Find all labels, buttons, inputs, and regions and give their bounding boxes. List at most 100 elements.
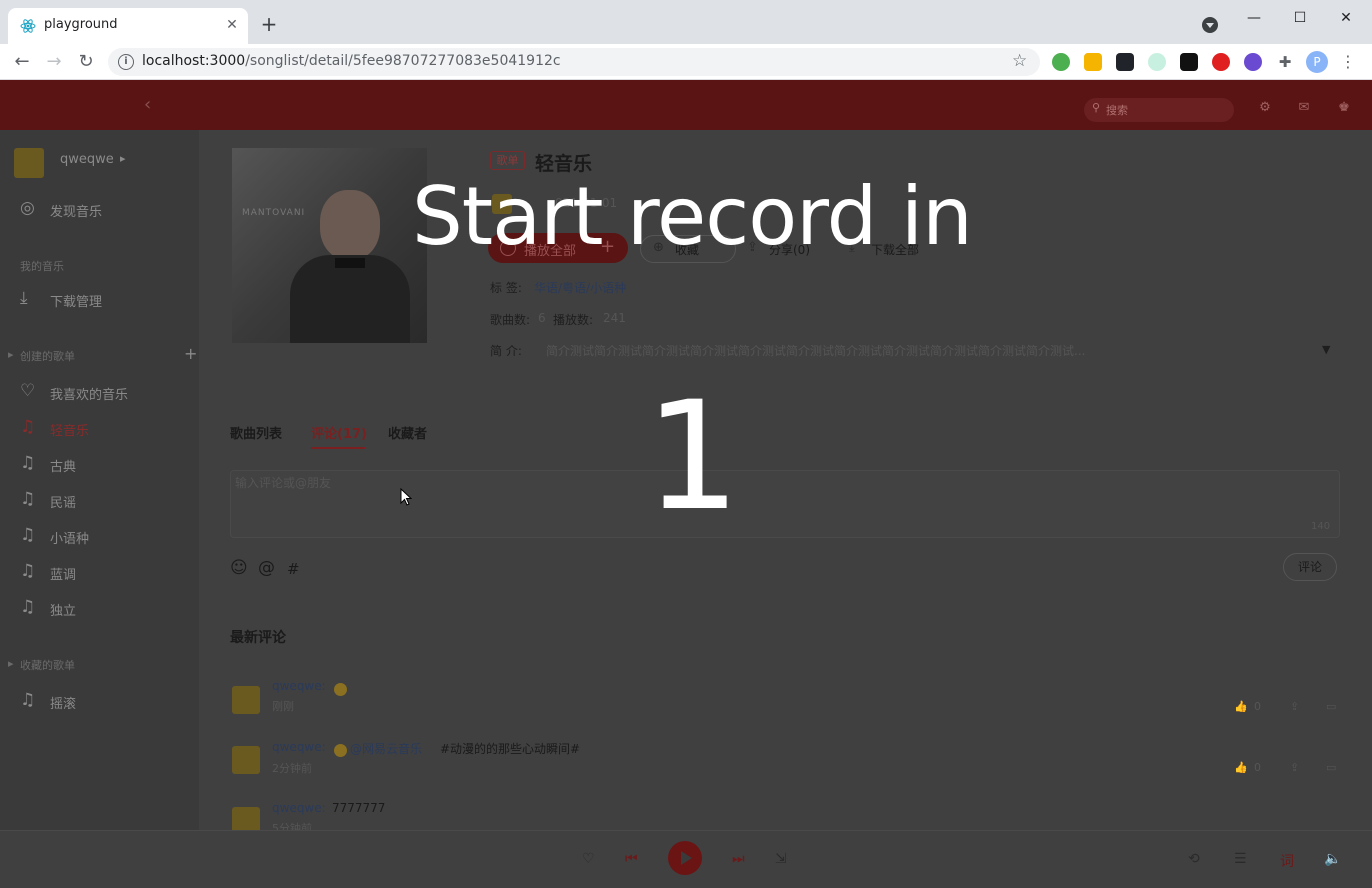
back-icon[interactable]: ←: [10, 50, 34, 74]
tab-search-icon[interactable]: [1202, 17, 1218, 33]
discover-icon: ◎: [20, 198, 35, 218]
tab-close-icon[interactable]: ✕: [222, 15, 242, 35]
extension-green-icon[interactable]: [1052, 53, 1070, 71]
extension-vue-icon[interactable]: [1148, 53, 1166, 71]
extension-dark-icon[interactable]: [1180, 53, 1198, 71]
comment-remaining: 140: [1311, 521, 1331, 532]
volume-icon[interactable]: 🔈: [1324, 851, 1341, 867]
collected-collapse-icon[interactable]: ▸: [8, 657, 14, 670]
minimize-icon[interactable]: —: [1244, 8, 1264, 28]
settings-icon[interactable]: ⚙: [1257, 100, 1273, 116]
search-placeholder: 搜索: [1106, 104, 1128, 117]
playcount-value: 241: [603, 311, 626, 325]
heart-icon: ♡: [20, 381, 36, 401]
comment-text: 7777777: [332, 801, 386, 815]
share-track-icon[interactable]: ⇲: [775, 851, 787, 867]
extensions-puzzle-icon[interactable]: ✚: [1276, 53, 1294, 71]
tab-song-list[interactable]: 歌曲列表: [230, 423, 282, 442]
new-tab-button[interactable]: +: [258, 14, 280, 36]
maximize-icon[interactable]: ☐: [1290, 8, 1310, 28]
sidebar-item-folk[interactable]: 民谣: [50, 492, 76, 511]
play-button[interactable]: [668, 841, 702, 875]
skin-icon[interactable]: ♚: [1336, 100, 1352, 116]
extension-red-icon[interactable]: [1212, 53, 1230, 71]
comment-time: 5分钟前: [272, 822, 312, 830]
chevron-left-icon[interactable]: ‹: [144, 94, 151, 115]
sidebar-item-discover[interactable]: 发现音乐: [50, 201, 102, 220]
like-heart-icon[interactable]: ♡: [582, 851, 595, 867]
share-icon[interactable]: ⇪: [1290, 700, 1299, 713]
browser-menu-icon[interactable]: ⋮: [1340, 51, 1356, 73]
sidebar-item-downloads[interactable]: 下载管理: [50, 291, 102, 310]
music-note-icon: ♫: [20, 489, 36, 509]
comment-user[interactable]: qweqwe:: [272, 679, 326, 693]
emoji-smile-icon: [334, 679, 347, 698]
comment-user[interactable]: qweqwe:: [272, 801, 326, 815]
mail-icon[interactable]: ✉: [1296, 100, 1312, 116]
reload-icon[interactable]: ↻: [74, 50, 98, 74]
lyrics-toggle[interactable]: 词: [1280, 851, 1294, 871]
songcount-value: 6: [538, 311, 546, 325]
search-input[interactable]: ⚲ 搜索: [1084, 98, 1234, 122]
info-icon[interactable]: i: [118, 54, 134, 70]
sidebar-item-minor-language[interactable]: 小语种: [50, 528, 89, 547]
mention-icon[interactable]: @: [258, 558, 275, 578]
search-icon: ⚲: [1092, 101, 1101, 114]
extension-shield-icon[interactable]: [1084, 53, 1102, 71]
profile-avatar[interactable]: P: [1306, 51, 1328, 73]
expand-chevron-icon[interactable]: ▼: [1322, 343, 1330, 356]
previous-track-icon[interactable]: ⏮: [625, 851, 638, 867]
player-bar: ♡ ⏮ ⏭ ⇲ ⟲ ☰ 词 🔈: [0, 830, 1372, 888]
next-track-icon[interactable]: ⏭: [732, 851, 745, 867]
cover-figure: [290, 255, 410, 343]
playcount-label: 播放数:: [553, 313, 594, 327]
music-note-icon: ♫: [20, 525, 36, 545]
user-avatar[interactable]: [14, 148, 44, 178]
sidebar-item-light-music[interactable]: 轻音乐: [50, 420, 89, 439]
reply-icon[interactable]: ▭: [1326, 700, 1336, 713]
comment-placeholder: 输入评论或@朋友: [235, 476, 332, 490]
created-collapse-icon[interactable]: ▸: [8, 348, 14, 361]
sidebar-username[interactable]: qweqwe: [60, 152, 114, 167]
emoji-smile-icon: [334, 740, 347, 759]
share-icon[interactable]: ⇪: [1290, 761, 1299, 774]
comment-submit-button[interactable]: 评论: [1283, 553, 1337, 581]
comment-likes: 0: [1254, 700, 1261, 713]
sidebar-item-classical[interactable]: 古典: [50, 456, 76, 475]
comment-input[interactable]: 输入评论或@朋友 140: [230, 470, 1340, 538]
sidebar-item-indie[interactable]: 独立: [50, 600, 76, 619]
comment-time: 刚刚: [272, 700, 294, 713]
playlist-queue-icon[interactable]: ☰: [1234, 851, 1247, 867]
collected-playlists-label: 收藏的歌单: [20, 659, 75, 672]
record-countdown-title: Start record in: [412, 170, 973, 263]
my-music-label: 我的音乐: [20, 260, 64, 273]
created-playlists-label: 创建的歌单: [20, 350, 75, 363]
reply-icon[interactable]: ▭: [1326, 761, 1336, 774]
bookmark-star-icon[interactable]: ☆: [1012, 51, 1027, 71]
like-icon[interactable]: 👍: [1234, 761, 1248, 774]
extension-react-icon[interactable]: [1116, 53, 1134, 71]
sidebar-item-liked[interactable]: 我喜欢的音乐: [50, 384, 128, 403]
add-playlist-icon[interactable]: +: [184, 344, 197, 363]
browser-tab[interactable]: playground ✕: [8, 8, 248, 44]
comment-user[interactable]: qweqwe:: [272, 740, 326, 754]
hashtag-icon[interactable]: #: [287, 560, 300, 578]
extension-color-icon[interactable]: [1244, 53, 1262, 71]
tab-subscribers[interactable]: 收藏者: [388, 423, 427, 442]
close-window-icon[interactable]: ✕: [1336, 8, 1356, 28]
comment-mention[interactable]: @网易云音乐: [350, 740, 422, 757]
tags-value[interactable]: 华语/粤语/小语种: [534, 279, 626, 296]
comment-avatar[interactable]: [232, 686, 260, 714]
tab-comments[interactable]: 评论(17): [311, 423, 367, 442]
comment-avatar[interactable]: [232, 746, 260, 774]
forward-icon[interactable]: →: [42, 50, 66, 74]
emoji-icon[interactable]: ☺: [230, 558, 248, 578]
address-bar[interactable]: i localhost:3000/songlist/detail/5fee987…: [108, 48, 1040, 76]
tab-underline: [311, 447, 365, 449]
music-note-icon: ♫: [20, 453, 36, 473]
sidebar-item-rock[interactable]: 摇滚: [50, 693, 76, 712]
sidebar-item-blues[interactable]: 蓝调: [50, 564, 76, 583]
chevron-right-icon[interactable]: ▸: [120, 152, 126, 165]
like-icon[interactable]: 👍: [1234, 700, 1248, 713]
loop-icon[interactable]: ⟲: [1188, 851, 1200, 867]
